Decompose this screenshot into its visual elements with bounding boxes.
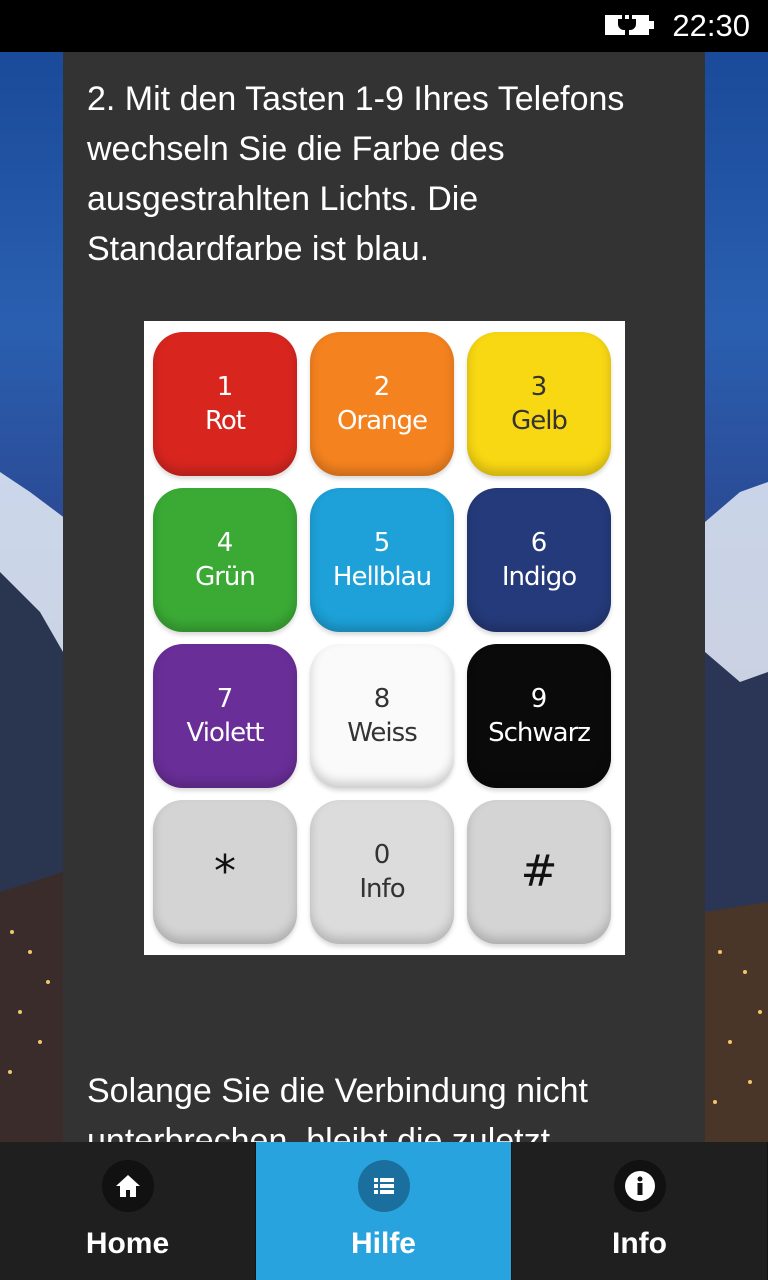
help-content-panel[interactable]: 2. Mit den Tasten 1-9 Ihres Telefons wec… xyxy=(63,52,705,1142)
key-number: 4 xyxy=(216,528,234,558)
key-number: 3 xyxy=(530,372,548,402)
keypad-key-grün: 4 Grün xyxy=(153,488,297,632)
key-number: 7 xyxy=(216,684,234,714)
keypad-key-info: 0 Info xyxy=(310,800,454,944)
clock: 22:30 xyxy=(672,8,750,43)
key-color-label: Weiss xyxy=(347,718,417,748)
key-number: 5 xyxy=(373,528,391,558)
keypad-key-indigo: 6 Indigo xyxy=(467,488,611,632)
battery-charging-icon xyxy=(605,14,654,36)
status-bar: 22:30 xyxy=(0,0,768,52)
keypad-key-rot: 1 Rot xyxy=(153,332,297,476)
bottom-nav: Home Hilfe Info xyxy=(0,1142,768,1280)
info-icon xyxy=(613,1160,666,1212)
keypad-key-gelb: 3 Gelb xyxy=(467,332,611,476)
key-number: 9 xyxy=(530,684,548,714)
key-color-label: Indigo xyxy=(501,562,577,592)
keypad-key-orange: 2 Orange xyxy=(310,332,454,476)
key-number: 2 xyxy=(373,372,391,402)
keypad-key-schwarz: 9 Schwarz xyxy=(467,644,611,788)
key-number: # xyxy=(520,846,558,897)
nav-label-hilfe: Hilfe xyxy=(350,1227,416,1260)
nav-item-hilfe[interactable]: Hilfe xyxy=(256,1142,512,1280)
key-color-label: Rot xyxy=(205,406,246,436)
nav-label-home: Home xyxy=(85,1227,170,1260)
keypad-key-weiss: 8 Weiss xyxy=(310,644,454,788)
keypad-key-hellblau: 5 Hellblau xyxy=(310,488,454,632)
keypad-key-star: * xyxy=(153,800,297,944)
key-color-label: Schwarz xyxy=(488,718,591,748)
key-number: * xyxy=(214,846,236,897)
instruction-text-continued: Solange Sie die Verbindung nicht unterbr… xyxy=(87,1072,588,1142)
color-keypad-image: 1 Rot 2 Orange 3 Gelb 4 Grün 5 Hellblau 6 Indigo 7 Vi… xyxy=(144,321,625,955)
home-icon xyxy=(101,1160,154,1212)
keypad-key-violett: 7 Violett xyxy=(153,644,297,788)
key-color-label: Violett xyxy=(186,718,265,748)
key-color-label: Gelb xyxy=(511,406,568,436)
instruction-text: 2. Mit den Tasten 1-9 Ihres Telefons wec… xyxy=(87,80,625,268)
key-number: 6 xyxy=(530,528,548,558)
key-number: 1 xyxy=(216,372,234,402)
keypad-key-hash: # xyxy=(467,800,611,944)
key-number: 8 xyxy=(373,684,391,714)
key-color-label: Info xyxy=(359,874,405,904)
key-color-label: Grün xyxy=(195,562,256,592)
nav-item-info[interactable]: Info xyxy=(512,1142,768,1280)
key-color-label: Hellblau xyxy=(332,562,432,592)
key-color-label: Orange xyxy=(336,406,428,436)
nav-label-info: Info xyxy=(612,1227,667,1260)
nav-item-home[interactable]: Home xyxy=(0,1142,256,1280)
key-number: 0 xyxy=(373,840,391,870)
list-icon xyxy=(357,1160,410,1212)
